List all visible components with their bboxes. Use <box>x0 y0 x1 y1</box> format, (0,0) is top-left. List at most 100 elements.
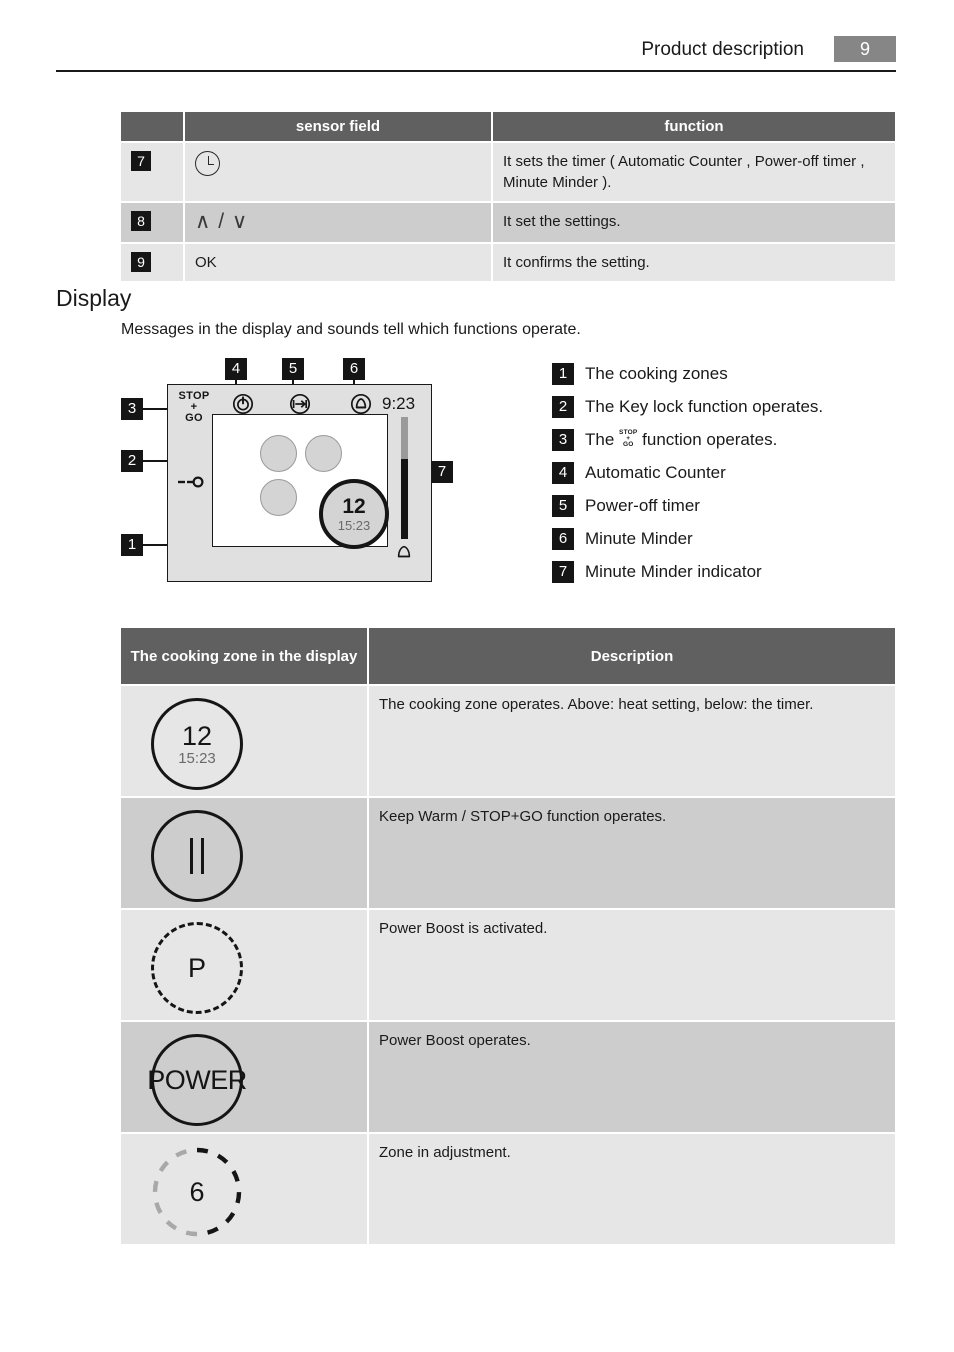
legend-badge: 2 <box>552 395 574 418</box>
table-row: 7 It sets the timer ( Automatic Counter … <box>121 141 895 201</box>
legend-badge: 5 <box>552 494 574 517</box>
sensor-col-function-header: function <box>493 112 895 141</box>
figure-callout-1: 1 <box>121 534 143 556</box>
zone-symbol-cell: POWER <box>121 1020 369 1132</box>
legend-label: Minute Minder indicator <box>585 561 762 581</box>
display-section-intro: Messages in the display and sounds tell … <box>121 321 581 338</box>
zone-description-cell: Keep Warm / STOP+GO function operates. <box>369 796 895 908</box>
cooking-zone-top-right <box>305 435 342 472</box>
stop-go-line3: GO <box>185 412 203 424</box>
row-number-cell: 7 <box>121 141 185 201</box>
legend-item-6: 6 Minute Minder <box>552 522 902 555</box>
zone-symbol <box>121 798 369 910</box>
legend-label: The STOP + GO function operates. <box>585 429 778 450</box>
zone-symbol-cell <box>121 796 369 908</box>
sensor-field-table: sensor field function 7 It sets the time… <box>121 112 895 281</box>
zone-adjust-value: 6 <box>189 1177 205 1207</box>
zone-timer: 15:23 <box>178 749 216 767</box>
legend-label: Automatic Counter <box>585 462 726 482</box>
figure-callout-5: 5 <box>282 358 304 380</box>
arrow-to-bar-icon <box>289 393 311 415</box>
legend-badge: 3 <box>552 428 574 451</box>
power-boost-word: POWER <box>147 1065 247 1095</box>
active-zone-timer: 15:23 <box>337 518 371 533</box>
legend-label: The cooking zones <box>585 363 728 383</box>
zone-description-cell: Zone in adjustment. <box>369 1132 895 1244</box>
pause-bar-left <box>189 838 193 874</box>
bell-outline-icon <box>397 545 411 558</box>
row-number-badge: 7 <box>131 151 151 171</box>
solid-circle-icon: 12 15:23 <box>151 698 243 790</box>
table-row: Keep Warm / STOP+GO function operates. <box>121 796 895 908</box>
pause-icon <box>189 838 205 874</box>
zone-symbol: POWER <box>121 1022 369 1134</box>
figure-callout-3: 3 <box>121 398 143 420</box>
zone-symbol-cell: 6 <box>121 1132 369 1244</box>
zone-symbol-cell: 12 15:23 <box>121 684 369 796</box>
row-number-cell: 8 <box>121 201 185 242</box>
display-figure: 4 5 6 3 2 1 7 STOP + GO 9:23 12 15:23 <box>121 358 541 593</box>
zone-description-cell: Power Boost is activated. <box>369 908 895 1020</box>
legend-label: The Key lock function operates. <box>585 396 824 416</box>
stop-go-line3: GO <box>622 440 634 448</box>
clock-time: 9:23 <box>382 394 416 413</box>
active-zone-heat-setting: 12 <box>342 495 366 518</box>
legend-item-4: 4 Automatic Counter <box>552 456 902 489</box>
zone-col-description-header: Description <box>369 628 895 684</box>
zone-adjust-value-wrap: 6 <box>151 1146 243 1238</box>
legend-item-3: 3 The STOP + GO function operates. <box>552 423 902 456</box>
legend-badge: 1 <box>552 362 574 385</box>
legend-label-after: function operates. <box>637 429 778 449</box>
legend-item-5: 5 Power-off timer <box>552 489 902 522</box>
sensor-col-field-header: sensor field <box>185 112 493 141</box>
legend-badge: 7 <box>552 560 574 583</box>
page-title: Product description <box>641 39 804 60</box>
table-header-row: sensor field function <box>121 112 895 141</box>
legend-item-7: 7 Minute Minder indicator <box>552 555 902 588</box>
sensor-col-number-header <box>121 112 185 141</box>
row-number-cell: 9 <box>121 242 185 281</box>
zone-col-symbol-header: The cooking zone in the display <box>121 628 369 684</box>
sensor-field-cell: ∧ / ∨ <box>185 201 493 242</box>
zone-symbol: 6 <box>121 1134 369 1246</box>
stop-plus-go-icon: STOP + GO <box>619 429 637 448</box>
zone-description-cell: The cooking zone operates. Above: heat s… <box>369 684 895 796</box>
page-header: Product description 9 <box>56 36 896 72</box>
header-divider <box>56 70 896 72</box>
minute-minder-indicator-bar <box>401 417 408 539</box>
key-icon <box>178 476 204 488</box>
figure-callout-2: 2 <box>121 450 143 472</box>
zone-heat-setting: 12 <box>181 720 213 751</box>
row-number-badge: 9 <box>131 252 151 272</box>
display-section-heading: Display <box>56 285 132 311</box>
legend-label: Minute Minder <box>585 528 693 548</box>
function-cell: It set the settings. <box>493 201 895 242</box>
table-row: POWER Power Boost operates. <box>121 1020 895 1132</box>
legend-label-before: The <box>585 429 620 449</box>
clock-icon <box>195 151 220 176</box>
cooking-zone-bottom-left <box>260 479 297 516</box>
appliance-display-panel: STOP + GO 9:23 12 15:23 <box>167 384 432 582</box>
function-cell: It confirms the setting. <box>493 242 895 281</box>
solid-circle-icon <box>151 810 243 902</box>
sensor-field-cell: OK <box>185 242 493 281</box>
power-boost-letter: P <box>187 953 206 983</box>
pause-bar-right <box>201 838 205 874</box>
table-row: 8 ∧ / ∨ It set the settings. <box>121 201 895 242</box>
minute-minder-indicator-fill <box>401 459 408 539</box>
legend-badge: 6 <box>552 527 574 550</box>
sensor-field-cell <box>185 141 493 201</box>
stop-plus-go-indicator: STOP + GO <box>176 391 212 424</box>
figure-legend: 1 The cooking zones 2 The Key lock funct… <box>552 357 902 588</box>
table-row: 6 Zone in adjustment. <box>121 1132 895 1244</box>
cooking-zone-table: The cooking zone in the display Descript… <box>121 628 895 1244</box>
table-row: P Power Boost is activated. <box>121 908 895 1020</box>
cooking-zone-active: 12 15:23 <box>319 479 389 549</box>
zone-description-cell: Power Boost operates. <box>369 1020 895 1132</box>
cooking-zone-top-left <box>260 435 297 472</box>
figure-callout-7: 7 <box>431 461 453 483</box>
legend-label: Power-off timer <box>585 495 700 515</box>
table-row: 9 OK It confirms the setting. <box>121 242 895 281</box>
row-number-badge: 8 <box>131 211 151 231</box>
zone-symbol: 12 15:23 <box>121 686 369 798</box>
